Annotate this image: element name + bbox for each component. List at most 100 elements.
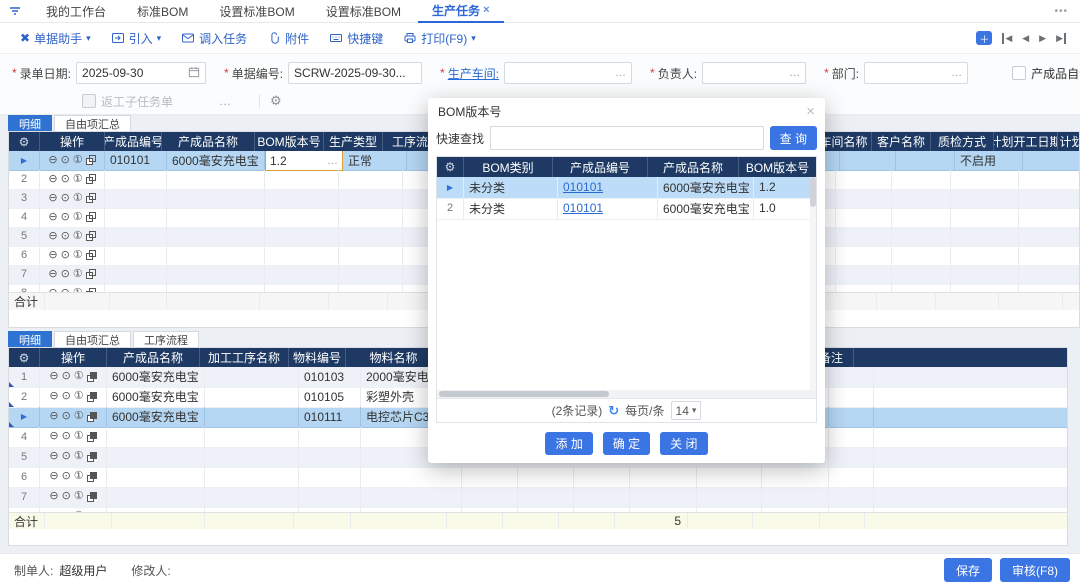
dialog-close-icon[interactable]: ×: [806, 103, 815, 120]
print-button[interactable]: 打印(F9)▾: [403, 30, 476, 47]
row-copy-icon[interactable]: [86, 193, 96, 203]
refresh-icon[interactable]: ↻: [608, 403, 619, 419]
tab-detail[interactable]: 明细: [8, 115, 52, 132]
column-settings-gear-icon[interactable]: ⚙: [19, 135, 30, 149]
first-record-icon[interactable]: ◀: [1002, 33, 1012, 44]
workshop-input[interactable]: …: [504, 62, 632, 84]
grid2-row[interactable]: 7 ⊖⊙①: [9, 487, 1067, 507]
product-code-link[interactable]: 010101: [563, 180, 603, 194]
row-copy-icon[interactable]: [87, 432, 97, 442]
row-detail-icon[interactable]: ①: [74, 471, 84, 482]
row-insert-icon[interactable]: ⊙: [62, 431, 71, 442]
row-detail-icon[interactable]: ①: [73, 193, 83, 204]
row-remove-icon[interactable]: ⊖: [48, 231, 57, 242]
row-remove-icon[interactable]: ⊖: [48, 174, 57, 185]
row-insert-icon[interactable]: ⊙: [61, 155, 70, 166]
rework-checkbox[interactable]: [82, 94, 96, 108]
more-menu-icon[interactable]: •••: [1054, 6, 1068, 17]
tab-close-icon[interactable]: ×: [483, 4, 489, 16]
new-record-icon[interactable]: ＋: [976, 31, 992, 45]
row-detail-icon[interactable]: ①: [74, 371, 84, 382]
row-remove-icon[interactable]: ⊖: [49, 471, 58, 482]
row-remove-icon[interactable]: ⊖: [49, 431, 58, 442]
next-record-icon[interactable]: ▶: [1039, 33, 1046, 44]
manager-picker-icon[interactable]: …: [785, 67, 800, 79]
bom-version-cell[interactable]: …: [265, 265, 339, 285]
row-remove-icon[interactable]: ⊖: [48, 250, 57, 261]
row-copy-icon[interactable]: [87, 372, 97, 382]
bom-version-cell[interactable]: …: [265, 170, 339, 190]
nav-tab[interactable]: 标准BOM: [123, 0, 205, 22]
calendar-icon[interactable]: [188, 66, 200, 81]
row-copy-icon[interactable]: [86, 174, 96, 184]
import-button[interactable]: 引入▾: [111, 30, 162, 47]
header-ellipsis-icon[interactable]: …: [219, 94, 231, 108]
bom-version-cell[interactable]: …: [265, 227, 339, 247]
auto-expand-checkbox[interactable]: [1012, 66, 1026, 80]
hotkey-button[interactable]: 快捷键: [329, 30, 383, 47]
row-detail-icon[interactable]: ①: [73, 250, 83, 261]
row-insert-icon[interactable]: ⊙: [62, 471, 71, 482]
workshop-link[interactable]: 生产车间:: [448, 65, 499, 82]
form-settings-gear-icon[interactable]: ⚙: [270, 93, 282, 109]
nav-tab[interactable]: 设置标准BOM: [312, 0, 418, 22]
search-button[interactable]: 查 询: [770, 126, 817, 150]
quick-search-input[interactable]: [490, 126, 764, 150]
save-button[interactable]: 保存: [944, 558, 992, 582]
row-insert-icon[interactable]: ⊙: [62, 391, 71, 402]
column-settings-gear-icon-3[interactable]: ⚙: [445, 160, 456, 174]
row-copy-icon[interactable]: [87, 392, 97, 402]
row-remove-icon[interactable]: ⊖: [49, 391, 58, 402]
dialog-row[interactable]: 2 未分类 010101 6000毫安充电宝 1.0: [437, 198, 816, 219]
attachment-button[interactable]: 附件: [267, 30, 309, 47]
row-insert-icon[interactable]: ⊙: [62, 491, 71, 502]
row-insert-icon[interactable]: ⊙: [61, 193, 70, 204]
column-settings-gear-icon-2[interactable]: ⚙: [19, 351, 30, 365]
filter-menu-icon[interactable]: [8, 4, 22, 18]
confirm-button[interactable]: 确 定: [603, 432, 650, 455]
dept-picker-icon[interactable]: …: [947, 67, 962, 79]
row-detail-icon[interactable]: ①: [73, 231, 83, 242]
grid2-row[interactable]: 6 ⊖⊙①: [9, 467, 1067, 487]
row-insert-icon[interactable]: ⊙: [61, 231, 70, 242]
row-copy-icon[interactable]: [87, 452, 97, 462]
row-remove-icon[interactable]: ⊖: [49, 451, 58, 462]
row-insert-icon[interactable]: ⊙: [62, 411, 71, 422]
dialog-vertical-scrollbar[interactable]: [810, 177, 816, 390]
row-insert-icon[interactable]: ⊙: [62, 371, 71, 382]
row-insert-icon[interactable]: ⊙: [61, 212, 70, 223]
manager-input[interactable]: …: [702, 62, 806, 84]
row-copy-icon[interactable]: [86, 250, 96, 260]
row-detail-icon[interactable]: ①: [73, 155, 83, 166]
last-record-icon[interactable]: ▶: [1056, 33, 1066, 44]
row-copy-icon[interactable]: [86, 231, 96, 241]
nav-tab[interactable]: 我的工作台: [32, 0, 123, 22]
dialog-row[interactable]: 未分类 010101 6000毫安充电宝 1.2: [437, 177, 816, 198]
dialog-horizontal-scrollbar[interactable]: [437, 390, 816, 398]
doc-helper-button[interactable]: ✖单据助手▾: [20, 30, 91, 47]
dept-input[interactable]: …: [864, 62, 968, 84]
row-detail-icon[interactable]: ①: [73, 174, 83, 185]
row-remove-icon[interactable]: ⊖: [48, 269, 57, 280]
row-copy-icon[interactable]: [86, 269, 96, 279]
product-code-link[interactable]: 010101: [563, 201, 603, 215]
doc-no-input[interactable]: SCRW-2025-09-30...: [288, 62, 422, 84]
row-insert-icon[interactable]: ⊙: [62, 451, 71, 462]
tab-free-items-2[interactable]: 自由项汇总: [54, 331, 131, 348]
date-input[interactable]: 2025-09-30: [76, 62, 206, 84]
row-copy-icon[interactable]: [86, 155, 96, 165]
row-remove-icon[interactable]: ⊖: [48, 155, 57, 166]
audit-button[interactable]: 审核(F8): [1000, 558, 1070, 582]
row-copy-icon[interactable]: [87, 412, 97, 422]
tab-free-items[interactable]: 自由项汇总: [54, 115, 131, 132]
bom-version-cell[interactable]: …: [265, 208, 339, 228]
row-remove-icon[interactable]: ⊖: [49, 491, 58, 502]
row-insert-icon[interactable]: ⊙: [61, 269, 70, 280]
row-detail-icon[interactable]: ①: [74, 391, 84, 402]
per-page-select[interactable]: 14▾: [671, 401, 702, 420]
row-detail-icon[interactable]: ①: [73, 212, 83, 223]
load-task-button[interactable]: 调入任务: [181, 30, 247, 47]
row-detail-icon[interactable]: ①: [74, 431, 84, 442]
bom-version-cell[interactable]: …: [265, 246, 339, 266]
bom-version-cell[interactable]: …: [265, 189, 339, 209]
